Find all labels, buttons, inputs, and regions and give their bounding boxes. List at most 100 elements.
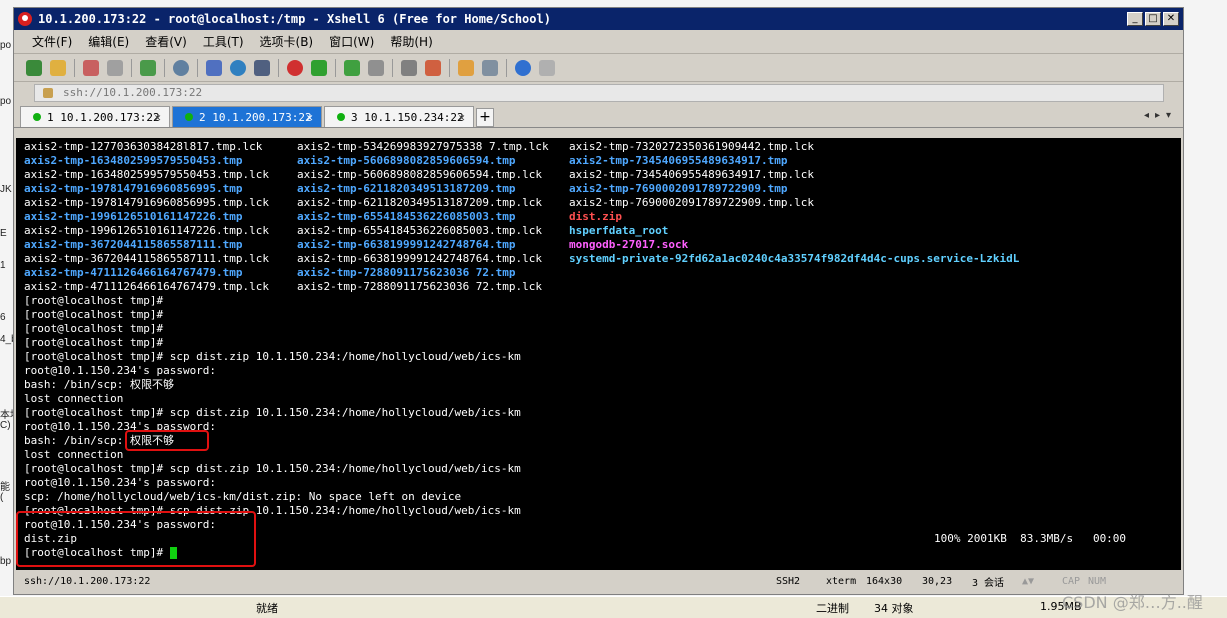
terminal-line-text: root@10.1.150.234's password: (24, 476, 217, 489)
properties-icon[interactable] (206, 59, 222, 76)
menu-file[interactable]: 文件(F) (32, 33, 72, 50)
file-entry: axis2-tmp-3672044115865587111.tmp (24, 238, 243, 251)
script-icon[interactable] (458, 59, 474, 76)
terminal-line-text: lost connection (24, 448, 124, 461)
menu-view[interactable]: 查看(V) (145, 33, 187, 50)
listing-row: axis2-tmp-3672044115865587111.tmp.lck axi… (24, 252, 1173, 266)
terminal-line-text: [root@localhost tmp]# (24, 308, 164, 321)
file-entry: axis2-tmp-6554184536226085003.tmp (297, 210, 516, 223)
layout-icon[interactable] (482, 59, 498, 76)
status-bar: ssh://10.1.200.173:22 SSH2 xterm 164x30 … (16, 572, 1181, 590)
font-icon[interactable] (254, 59, 270, 76)
terminal-line-text: [root@localhost tmp]# (24, 336, 164, 349)
tab-label: 1 10.1.200.173:22 (47, 110, 160, 124)
listing-row: axis2-tmp-4711126466164767479.tmp axis2-t… (24, 266, 1173, 280)
fullscreen-icon[interactable] (344, 59, 360, 76)
terminal-line: [root@localhost tmp]# (24, 294, 1173, 308)
menu-tools[interactable]: 工具(T) (203, 33, 244, 50)
menu-help[interactable]: 帮助(H) (390, 33, 432, 50)
terminal-line-text: [root@localhost tmp]# scp dist.zip 10.1.… (24, 406, 521, 419)
listing-row: axis2-tmp-1978147916960856995.tmp.lck axi… (24, 196, 1173, 210)
title-bar[interactable]: 10.1.200.173:22 - root@localhost:/tmp - … (14, 8, 1183, 30)
num-indicator: NUM (1088, 575, 1107, 587)
file-entry: axis2-tmp-7288091175623036 72.tmp (297, 266, 516, 279)
status-protocol: SSH2 (776, 575, 801, 587)
terminal-line: lost connection (24, 392, 1173, 406)
terminal-line-text: [root@localhost tmp]# scp dist.zip 10.1.… (24, 350, 521, 363)
address-bar: ssh://10.1.200.173:22 (18, 82, 1179, 104)
xftp-icon[interactable] (287, 59, 303, 76)
file-entry: axis2-tmp-1978147916960856995.tmp.lck (24, 196, 270, 209)
highlight-icon[interactable] (425, 59, 441, 76)
tab-session-3[interactable]: 3 10.1.150.234:22 ✕ (324, 106, 474, 127)
terminal-line-text: lost connection (24, 392, 124, 405)
desktop-fragment: 6 (0, 312, 6, 323)
highlight-box (16, 511, 256, 567)
transfer-icon[interactable] (311, 59, 327, 76)
file-entry: axis2-tmp-3672044115865587111.tmp.lck (24, 252, 270, 265)
close-icon[interactable]: ✕ (154, 111, 161, 124)
terminal-line: [root@localhost tmp]# (24, 336, 1173, 350)
address-input[interactable]: ssh://10.1.200.173:22 (34, 84, 1164, 102)
search-icon[interactable] (173, 59, 189, 76)
tab-label: 3 10.1.150.234:22 (351, 110, 464, 124)
toolbar-divider (335, 58, 336, 77)
close-icon[interactable]: ✕ (306, 111, 313, 124)
new-session-icon[interactable] (26, 59, 42, 76)
open-folder-icon[interactable] (50, 59, 66, 76)
file-entry: axis2-tmp-1978147916960856995.tmp (24, 182, 243, 195)
status-connection: ssh://10.1.200.173:22 (24, 575, 151, 587)
desktop-fragment: JK (0, 184, 12, 195)
caps-indicator: CAP (1062, 575, 1081, 587)
desktop-fragment: 1 (0, 260, 6, 271)
connected-status-icon (337, 113, 345, 121)
keyboard-icon[interactable] (401, 59, 417, 76)
disconnect-icon[interactable] (107, 59, 123, 76)
status-cursor: 30,23 (922, 575, 953, 587)
file-entry: axis2-tmp-534269983927975338 7.tmp.lck (297, 140, 549, 153)
toolbar-divider (506, 58, 507, 77)
new-tab-button[interactable]: + (476, 108, 494, 127)
listing-row: axis2-tmp-1634802599579550453.tmp axis2-t… (24, 154, 1173, 168)
desktop-fragment: bp (0, 556, 12, 567)
listing-row: axis2-tmp-1996126510161147226.tmp.lck axi… (24, 224, 1173, 238)
connect-icon[interactable] (83, 59, 99, 76)
chat-icon[interactable] (539, 59, 555, 76)
close-icon[interactable]: ✕ (458, 111, 465, 124)
copy-icon[interactable] (140, 59, 156, 76)
menu-window[interactable]: 窗口(W) (329, 33, 374, 50)
file-entry: axis2-tmp-7690002091789722909.tmp.lck (569, 196, 815, 209)
menu-edit[interactable]: 编辑(E) (88, 33, 129, 50)
menu-tab[interactable]: 选项卡(B) (260, 33, 314, 50)
terminal-line-text: bash: /bin/scp: 权限不够 (24, 378, 174, 391)
close-button[interactable]: ✕ (1163, 12, 1179, 26)
connected-status-icon (33, 113, 41, 121)
scroll-arrows-icon[interactable]: ▲▼ (1022, 576, 1062, 587)
file-entry: axis2-tmp-5606898082859606594.tmp (297, 154, 516, 167)
desktop-fragment: po (0, 40, 12, 51)
terminal-line: root@10.1.150.234's password: (24, 476, 1173, 490)
file-entry: axis2-tmp-7288091175623036 72.tmp.lck (297, 280, 543, 293)
file-entry: axis2-tmp-7320272350361909442.tmp.lck (569, 140, 815, 153)
desktop-fragment: po (0, 96, 12, 107)
terminal-line-text: [root@localhost tmp]# (24, 294, 164, 307)
lock-icon (43, 88, 53, 98)
tab-session-2[interactable]: 2 10.1.200.173:22 ✕ (172, 106, 322, 127)
listing-row: axis2-tmp-1996126510161147226.tmp axis2-t… (24, 210, 1173, 224)
toolbar-divider (278, 58, 279, 77)
tab-session-1[interactable]: 1 10.1.200.173:22 ✕ (20, 106, 170, 127)
toolbar-divider (197, 58, 198, 77)
lock-screen-icon[interactable] (368, 59, 384, 76)
toolbar-divider (392, 58, 393, 77)
tab-navigation-icon[interactable]: ◂▸▾ (1144, 110, 1177, 121)
file-entry: axis2-tmp-4711126466164767479.tmp (24, 266, 243, 279)
minimize-button[interactable]: _ (1127, 12, 1143, 26)
menu-bar: 文件(F) 编辑(E) 查看(V) 工具(T) 选项卡(B) 窗口(W) 帮助(… (14, 30, 1183, 54)
terminal-line: [root@localhost tmp]# scp dist.zip 10.1.… (24, 406, 1173, 420)
highlight-box (125, 430, 209, 451)
globe-icon[interactable] (230, 59, 246, 76)
maximize-button[interactable]: □ (1145, 12, 1161, 26)
explorer-status-bar: 就绪 二进制 34 对象 1.95MB CSDN @郑…方..醒 (0, 593, 1227, 618)
terminal-screen[interactable]: axis2-tmp-12770363038428l817.tmp.lck axis… (16, 138, 1181, 570)
help-icon[interactable] (515, 59, 531, 76)
